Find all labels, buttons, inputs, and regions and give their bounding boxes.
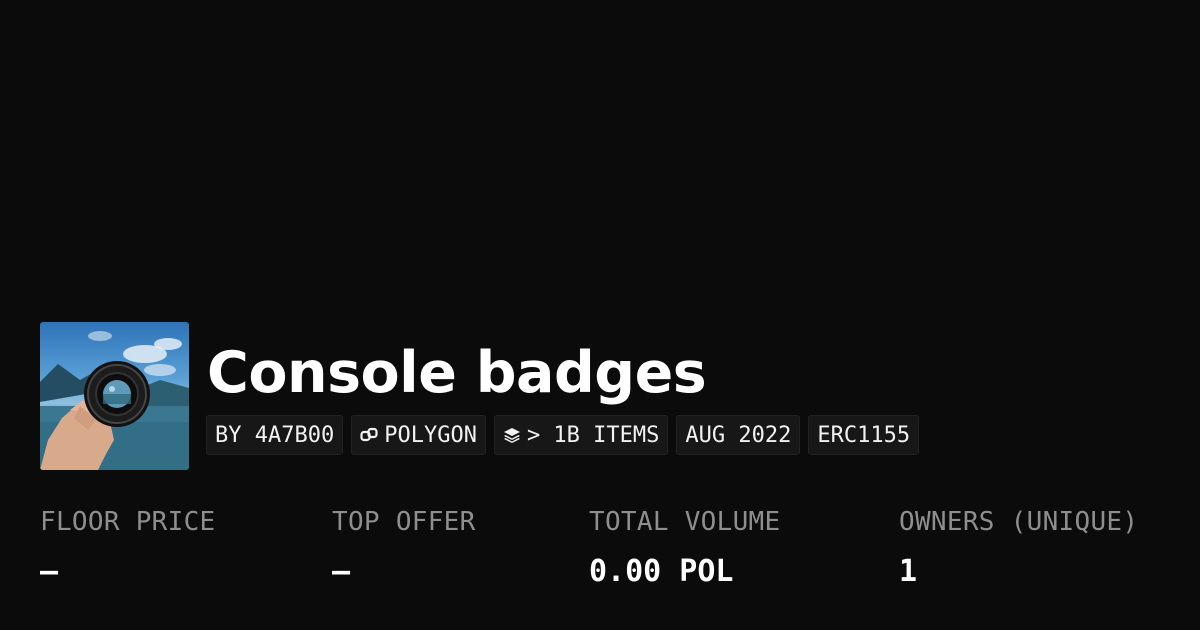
top-offer-label: TOP OFFER (332, 507, 476, 537)
layers-icon (503, 428, 520, 443)
stat-floor-price: FLOOR PRICE – (40, 505, 216, 589)
chain-label: POLYGON (384, 422, 477, 448)
total-volume-label: TOTAL VOLUME (589, 507, 781, 537)
top-offer-value: – (332, 554, 351, 589)
polygon-link-icon (360, 427, 378, 442)
total-volume-value: 0.00 POL (589, 554, 734, 589)
floor-price-value: – (40, 554, 59, 589)
owners-value: 1 (899, 554, 918, 589)
creator-chip[interactable]: BY 4A7B00 (206, 415, 344, 455)
chain-chip[interactable]: POLYGON (351, 415, 486, 455)
floor-price-label: FLOOR PRICE (40, 507, 216, 537)
collection-meta-chips: BY 4A7B00 POLYGON > 1B ITEMS AUG 2022 ER… (206, 415, 920, 455)
date-label: AUG 2022 (685, 422, 792, 448)
items-label: > 1B ITEMS (526, 422, 660, 448)
camera-lens-photo (40, 331, 189, 470)
standard-chip: ERC1155 (808, 415, 920, 455)
creator-label: BY 4A7B00 (215, 422, 335, 448)
stat-total-volume: TOTAL VOLUME 0.00 POL (589, 505, 780, 589)
collection-thumbnail[interactable] (40, 322, 189, 470)
collection-title: Console badges (207, 340, 707, 406)
owners-label: OWNERS (UNIQUE) (899, 507, 1139, 537)
standard-label: ERC1155 (817, 422, 911, 448)
items-chip[interactable]: > 1B ITEMS (493, 415, 669, 455)
stat-top-offer: TOP OFFER – (332, 505, 476, 589)
collection-card: Console badges BY 4A7B00 POLYGON > 1B IT… (0, 0, 1200, 630)
stat-owners: OWNERS (UNIQUE) 1 (899, 505, 1138, 589)
date-chip: AUG 2022 (676, 415, 801, 455)
